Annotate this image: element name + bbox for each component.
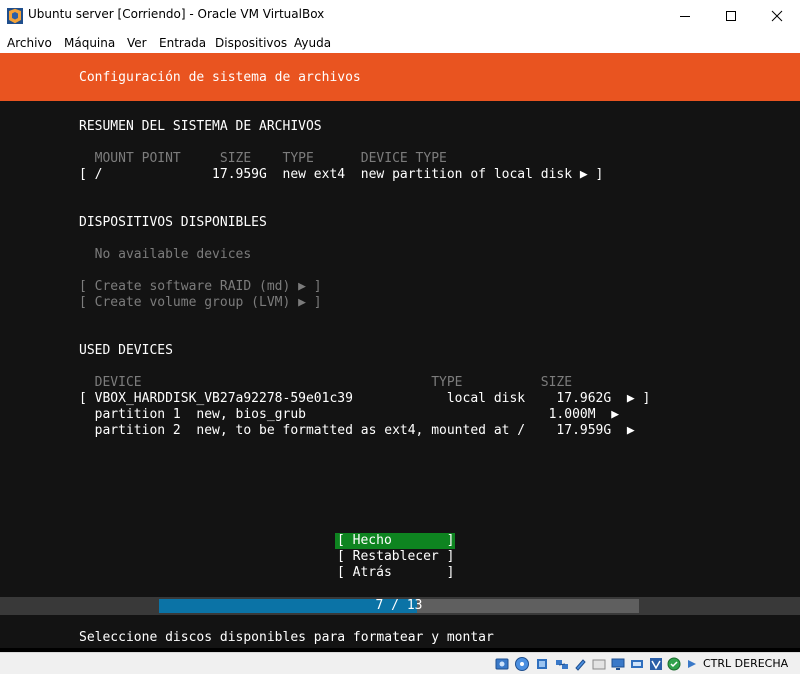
keyboard-capture-icon[interactable] [684,656,700,672]
virtualbox-icon [7,8,23,24]
menu-entrada[interactable]: Entrada [159,36,206,50]
footer-hint: Seleccione discos disponibles para forma… [79,630,494,645]
hard-disk-icon[interactable] [494,656,510,672]
vm-display[interactable]: Configuración de sistema de archivos RES… [0,53,800,652]
maximize-icon [726,11,736,21]
summary-row[interactable]: [ / 17.959G new ext4 new partition of lo… [79,167,603,183]
menu-ver[interactable]: Ver [127,36,147,50]
close-icon [771,10,783,22]
back-button[interactable]: [ Atrás ] [337,565,454,581]
summary-columns: MOUNT POINT SIZE TYPE DEVICE TYPE [79,151,447,166]
used-device-row[interactable]: [ VBOX_HARDDISK_VB27a92278-59e01c39 loca… [79,391,650,407]
usb-icon[interactable] [572,656,588,672]
done-button[interactable]: [ Hecho ] [337,533,454,549]
installer-title: Configuración de sistema de archivos [79,70,361,85]
minimize-icon [680,16,690,17]
close-button[interactable] [754,0,800,32]
host-key-label: CTRL DERECHA [703,657,789,670]
installer-header: Configuración de sistema de archivos [0,53,800,101]
progress-label: 7 / 13 [375,598,423,613]
optical-drive-icon[interactable] [514,656,530,672]
partition-row[interactable]: partition 2 new, to be formatted as ext4… [79,423,635,439]
minimize-button[interactable] [662,0,708,32]
used-columns: DEVICE TYPE SIZE [79,375,573,390]
create-lvm-button: [ Create volume group (LVM) ▶ ] [79,295,322,310]
create-raid-button: [ Create software RAID (md) ▶ ] [79,279,322,294]
shared-folder-icon[interactable] [591,656,607,672]
virtualization-icon[interactable] [648,656,664,672]
menu-archivo[interactable]: Archivo [7,36,52,50]
installer-screen: Configuración de sistema de archivos RES… [0,53,800,648]
status-bar: CTRL DERECHA [0,652,800,674]
window-title: Ubuntu server [Corriendo] - Oracle VM Vi… [28,7,325,21]
reset-button[interactable]: [ Restablecer ] [337,549,454,565]
maximize-button[interactable] [708,0,754,32]
menu-bar: Archivo Máquina Ver Entrada Dispositivos… [0,32,800,53]
summary-title: RESUMEN DEL SISTEMA DE ARCHIVOS [79,119,322,134]
menu-dispositivos[interactable]: Dispositivos [215,36,287,50]
network-icon[interactable] [554,656,570,672]
menu-ayuda[interactable]: Ayuda [294,36,331,50]
guest-additions-icon[interactable] [666,656,682,672]
audio-icon[interactable] [534,656,550,672]
title-bar[interactable]: Ubuntu server [Corriendo] - Oracle VM Vi… [0,0,800,32]
video-capture-icon[interactable] [629,656,645,672]
menu-maquina[interactable]: Máquina [64,36,115,50]
partition-row[interactable]: partition 1 new, bios_grub 1.000M ▶ [79,407,619,423]
no-devices-text: No available devices [79,247,252,262]
display-icon[interactable] [610,656,626,672]
available-title: DISPOSITIVOS DISPONIBLES [79,215,267,230]
used-title: USED DEVICES [79,343,173,358]
